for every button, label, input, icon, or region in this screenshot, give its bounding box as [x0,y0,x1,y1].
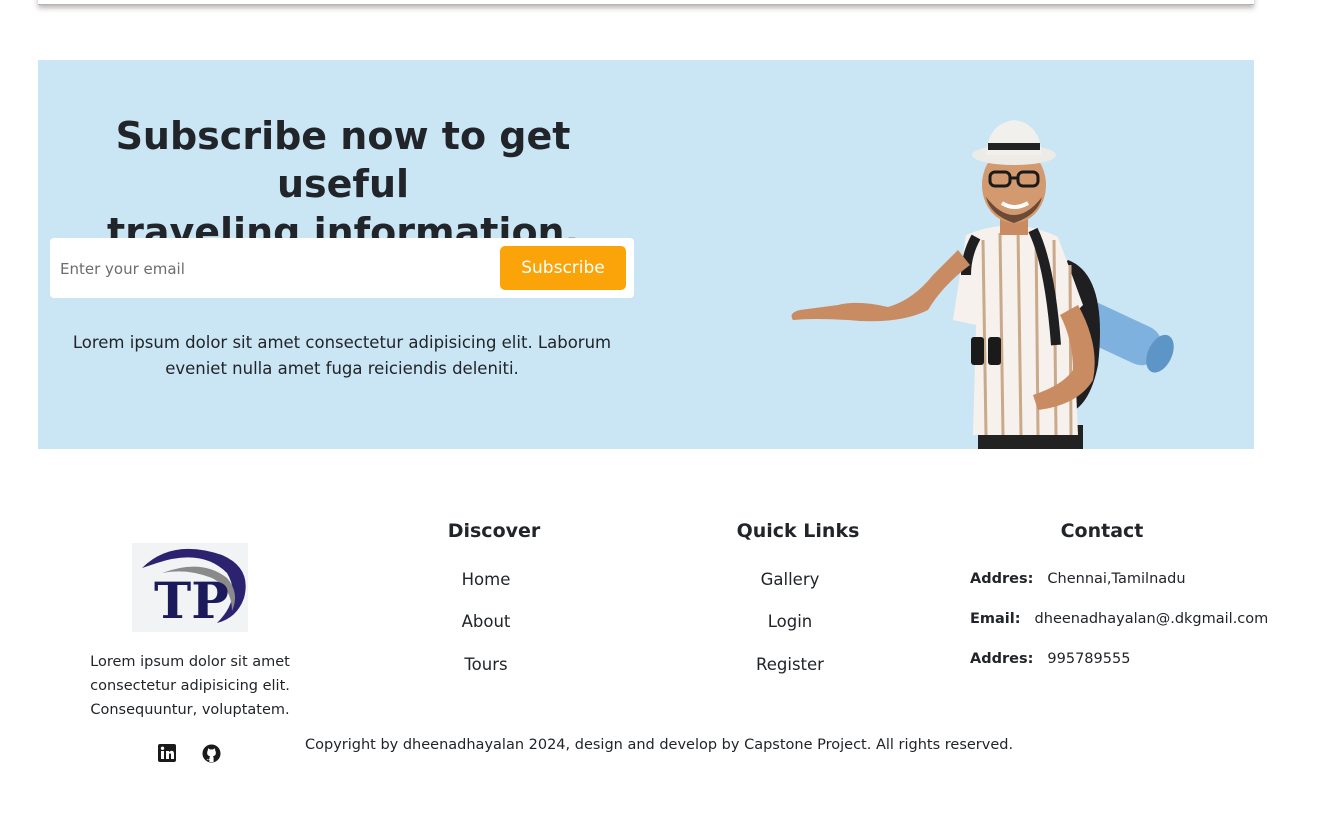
footer-link-home[interactable]: Home [386,570,586,589]
newsletter-title: Subscribe now to get useful traveling in… [78,112,608,256]
previous-section-card [38,0,1254,5]
newsletter-title-line1: Subscribe now to get useful [115,114,571,206]
subscribe-button[interactable]: Subscribe [500,246,626,290]
footer-link-about[interactable]: About [386,612,586,631]
contact-value: Chennai,Tamilnadu [1047,571,1186,587]
contact-title: Contact [1060,520,1144,542]
footer-link-gallery[interactable]: Gallery [690,570,890,589]
contact-label: Addres: [970,651,1034,667]
discover-title: Discover [447,520,541,542]
contact-email-row: Email: dheenadhayalan@.dkgmail.com [970,611,1268,627]
footer-link-tours[interactable]: Tours [386,655,586,674]
contact-phone-row: Addres: 995789555 [970,651,1130,667]
github-icon[interactable] [202,744,222,764]
svg-text:TP: TP [154,571,229,630]
newsletter-description: Lorem ipsum dolor sit amet consectetur a… [72,333,612,378]
footer-link-register[interactable]: Register [690,655,890,674]
quick-links-title: Quick Links [736,520,860,542]
contact-label: Addres: [970,571,1034,587]
contact-value: 995789555 [1047,651,1131,667]
footer-about-text: Lorem ipsum dolor sit amet consectetur a… [90,654,290,718]
linkedin-icon[interactable] [158,744,178,764]
contact-label: Email: [970,611,1021,627]
contact-value: dheenadhayalan@.dkgmail.com [1034,611,1269,627]
email-input[interactable] [58,248,482,290]
traveler-image [791,120,1174,449]
footer-link-login[interactable]: Login [690,612,890,631]
newsletter-section: Subscribe now to get useful traveling in… [38,60,1254,449]
footer-logo: TP [132,543,248,632]
contact-address-row: Addres: Chennai,Tamilnadu [970,571,1186,587]
copyright-text: Copyright by dheenadhayalan 2024, design… [305,737,1014,753]
subscribe-form: Subscribe [50,238,634,298]
